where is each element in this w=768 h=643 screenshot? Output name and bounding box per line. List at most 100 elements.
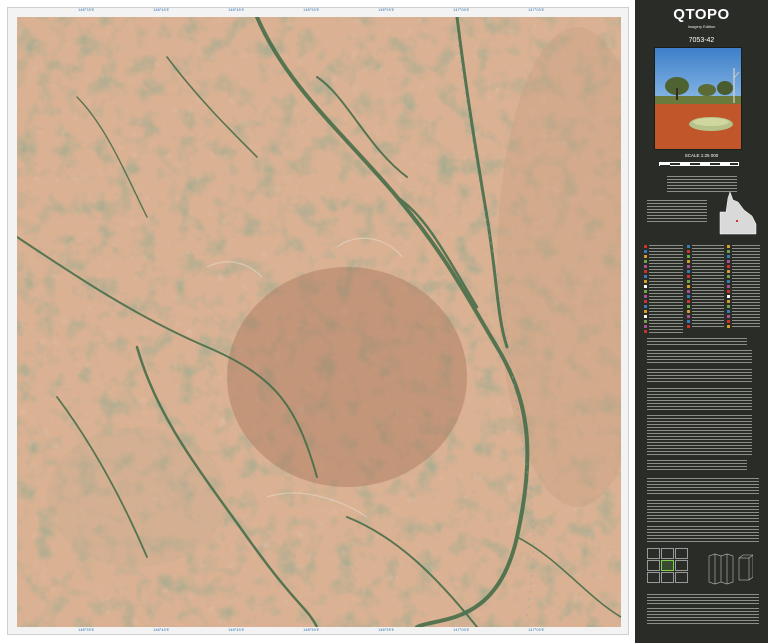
legend-swatch: [727, 265, 730, 268]
brand-title: QTOPO: [673, 6, 730, 23]
legend-swatch: [687, 275, 690, 278]
legend-swatch: [644, 310, 647, 313]
legend-swatch: [727, 325, 730, 328]
index-cell: [661, 572, 674, 583]
infrastructure-section: [647, 460, 747, 472]
satellite-imagery[interactable]: [17, 17, 621, 627]
legend-swatch: [687, 295, 690, 298]
grid-label: 146°40'E: [153, 8, 170, 12]
legend-swatch: [687, 255, 690, 258]
hydrography-section: [647, 388, 752, 410]
legend-swatch: [644, 290, 647, 293]
legend-swatch: [727, 305, 730, 308]
legend-swatch: [687, 260, 690, 263]
sheet-reference-text: [647, 594, 759, 604]
transportation-section: [647, 415, 752, 455]
legend-swatch: [644, 330, 647, 333]
legend-swatch: [727, 255, 730, 258]
index-cell: [675, 560, 688, 571]
grid-label: 146°35'E: [78, 8, 95, 12]
map-frame: 146°35'E 146°40'E 146°45'E 146°50'E 146°…: [7, 7, 629, 635]
imagery-credit-text: [647, 500, 759, 522]
grid-label: 147°05'E: [528, 8, 545, 12]
legend-swatch: [644, 305, 647, 308]
legend-labels: [692, 245, 724, 328]
legend-swatch: [687, 280, 690, 283]
grid-label: 146°35'E: [78, 628, 95, 632]
legend-swatch: [727, 315, 730, 318]
scale-bar-icon: [659, 162, 739, 167]
index-cell-current: [661, 560, 674, 571]
disclaimer-text: [647, 478, 759, 496]
grid-label: 146°55'E: [378, 8, 395, 12]
declination-note: [647, 200, 707, 224]
legend-swatch: [644, 250, 647, 253]
legend-swatch: [644, 275, 647, 278]
legend-swatch: [727, 250, 730, 253]
legend-swatch: [644, 325, 647, 328]
legend-swatch: [687, 290, 690, 293]
map-sheet: 146°35'E 146°40'E 146°45'E 146°50'E 146°…: [0, 0, 768, 643]
cover-photo: [654, 47, 742, 150]
legend-swatch: [687, 245, 690, 248]
relief-section: [647, 338, 747, 346]
grid-label: 146°50'E: [303, 628, 320, 632]
sheet-number: 7053-42: [688, 37, 715, 44]
grid-label: 146°45'E: [228, 628, 245, 632]
legend-swatch: [727, 310, 730, 313]
legend-labels: [732, 245, 760, 328]
legend-swatch: [687, 310, 690, 313]
legend-swatch: [727, 270, 730, 273]
grid-label: 146°45'E: [228, 8, 245, 12]
legend-swatch: [644, 320, 647, 323]
index-cell: [661, 548, 674, 559]
legend-swatch: [727, 320, 730, 323]
legend-swatch: [687, 320, 690, 323]
legend-swatch: [644, 265, 647, 268]
legend-swatch: [727, 285, 730, 288]
legend-swatch: [644, 245, 647, 248]
legend-swatch: [687, 270, 690, 273]
state-copyright-text: [647, 608, 759, 626]
grid-label: 147°00'E: [453, 628, 470, 632]
legend-swatch: [687, 265, 690, 268]
queensland-outline-icon: [718, 190, 758, 235]
adjoining-sheets-index: [647, 548, 689, 584]
legend-swatch: [727, 245, 730, 248]
boundaries-section: [647, 350, 752, 363]
legend-panel: QTOPO Imagery Edition 7053-42 SCALE 1:25…: [635, 0, 768, 643]
legend-swatch: [727, 275, 730, 278]
legend-swatch: [644, 280, 647, 283]
legend-swatch: [687, 300, 690, 303]
legend-swatch: [644, 315, 647, 318]
index-cell: [675, 548, 688, 559]
grid-label: 146°40'E: [153, 628, 170, 632]
legend-swatch: [644, 270, 647, 273]
grid-label: 147°05'E: [528, 628, 545, 632]
legend-swatch: [687, 285, 690, 288]
legend-swatch: [687, 315, 690, 318]
land-use-section: [647, 369, 752, 383]
folding-diagram-icon: [707, 552, 754, 586]
legend-swatch: [727, 290, 730, 293]
copyright-text: [647, 526, 759, 542]
legend-swatch: [644, 260, 647, 263]
legend-swatch: [687, 305, 690, 308]
legend-swatch: [644, 295, 647, 298]
legend-swatch: [727, 260, 730, 263]
scale-label: SCALE 1:25 000: [684, 153, 719, 158]
grid-label: 147°00'E: [453, 8, 470, 12]
index-cell: [647, 572, 660, 583]
legend-swatch: [644, 255, 647, 258]
index-cell: [675, 572, 688, 583]
legend-swatch: [727, 280, 730, 283]
legend-labels: [649, 245, 683, 333]
legend-swatch: [727, 295, 730, 298]
legend-swatch: [687, 325, 690, 328]
legend-swatch: [644, 300, 647, 303]
index-cell: [647, 548, 660, 559]
legend-swatch: [644, 285, 647, 288]
index-cell: [647, 560, 660, 571]
grid-label: 146°55'E: [378, 628, 395, 632]
legend-swatch: [727, 300, 730, 303]
